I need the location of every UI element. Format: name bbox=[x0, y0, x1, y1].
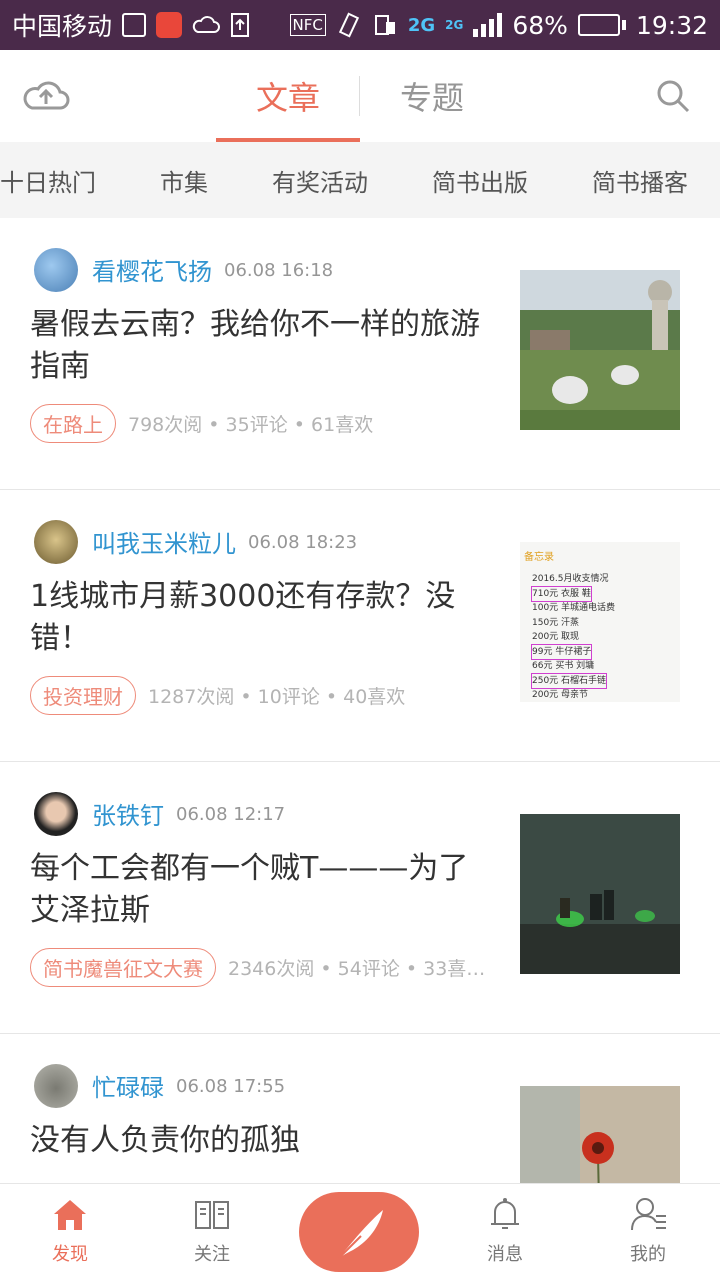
post-time: 06.08 12:17 bbox=[176, 804, 286, 825]
tab-mine-label: 我的 bbox=[630, 1244, 666, 1265]
list-item[interactable]: 忙碌碌 06.08 17:55 没有人负责你的孤独 bbox=[0, 1034, 720, 1183]
nfc-icon: NFC bbox=[289, 14, 326, 36]
tab-discover-label: 发现 bbox=[52, 1244, 88, 1265]
wechat-icon bbox=[156, 12, 183, 38]
article-title[interactable]: 每个工会都有一个贼T———为了艾泽拉斯 bbox=[30, 848, 490, 932]
article-thumbnail[interactable]: 备忘录 2016.5月收支情况 710元 衣服 鞋 100元 羊城通电话费 15… bbox=[520, 542, 680, 702]
author-name[interactable]: 看樱花飞扬 bbox=[92, 252, 212, 287]
memo-line: 200元 取现 bbox=[532, 632, 580, 642]
home-icon bbox=[54, 1200, 86, 1230]
cloud-upload-icon[interactable] bbox=[22, 78, 70, 112]
avatar[interactable] bbox=[34, 1064, 78, 1108]
collection-tag[interactable]: 投资理财 bbox=[30, 676, 136, 715]
category-hot[interactable]: 十日热门 bbox=[0, 163, 96, 198]
memo-line: 99元 牛仔裙子 bbox=[530, 643, 593, 660]
network-type: 2G bbox=[407, 14, 436, 36]
vibrate-icon bbox=[338, 12, 359, 38]
category-events[interactable]: 有奖活动 bbox=[272, 163, 368, 198]
book-icon bbox=[195, 1201, 229, 1229]
list-item[interactable]: 看樱花飞扬 06.08 16:18 暑假去云南？我给你不一样的旅游指南 在路上 … bbox=[0, 218, 720, 490]
memo-lines: 2016.5月收支情况 710元 衣服 鞋 100元 羊城通电话费 150元 汗… bbox=[530, 572, 616, 702]
tab-follow-label: 关注 bbox=[194, 1244, 230, 1265]
article-stats: 798次阅 • 35评论 • 61喜欢 bbox=[128, 414, 374, 436]
tab-messages-label: 消息 bbox=[487, 1244, 523, 1265]
status-bar: 中国移动 NFC 2G 2G 68% 19:32 bbox=[0, 0, 720, 50]
search-icon[interactable] bbox=[655, 78, 691, 114]
memo-line: 250元 石榴石手链 bbox=[530, 672, 608, 689]
article-thumbnail[interactable] bbox=[520, 270, 680, 430]
category-market[interactable]: 市集 bbox=[160, 163, 208, 198]
bell-icon bbox=[491, 1198, 519, 1229]
memo-line: 200元 母亲节 bbox=[532, 690, 589, 700]
avatar[interactable] bbox=[34, 792, 78, 836]
memo-line: 710元 衣服 鞋 bbox=[531, 585, 592, 602]
article-title[interactable]: 没有人负责你的孤独 bbox=[30, 1120, 490, 1162]
author-name[interactable]: 张铁钉 bbox=[92, 796, 164, 831]
memo-line: 2016.5月收支情况 bbox=[532, 574, 609, 584]
write-button[interactable] bbox=[299, 1192, 419, 1272]
article-stats: 2346次阅 • 54评论 • 33喜欢 •... bbox=[228, 958, 498, 980]
upload-icon bbox=[231, 13, 250, 37]
post-time: 06.08 17:55 bbox=[176, 1076, 286, 1097]
memo-line: 66元 买书 刘墉 bbox=[532, 661, 595, 671]
memo-line: 100元 羊城通电话费 bbox=[532, 603, 616, 613]
category-publishing[interactable]: 简书出版 bbox=[432, 163, 528, 198]
weather-icon bbox=[192, 16, 220, 33]
article-title[interactable]: 1线城市月薪3000还有存款？没错！ bbox=[30, 576, 490, 660]
post-time: 06.08 16:18 bbox=[224, 260, 334, 281]
gallery-icon bbox=[122, 13, 147, 37]
list-item[interactable]: 张铁钉 06.08 12:17 每个工会都有一个贼T———为了艾泽拉斯 简书魔兽… bbox=[0, 762, 720, 1034]
bottom-tab-bar: 发现 关注 消息 我的 bbox=[0, 1183, 720, 1280]
battery-percent: 68% bbox=[512, 10, 568, 40]
post-time: 06.08 18:23 bbox=[248, 532, 358, 553]
memo-header: 备忘录 bbox=[524, 552, 554, 563]
article-feed: 看樱花飞扬 06.08 16:18 暑假去云南？我给你不一样的旅游指南 在路上 … bbox=[0, 218, 720, 1183]
header-tabs: 文章 专题 bbox=[216, 50, 504, 142]
avatar[interactable] bbox=[34, 248, 78, 292]
tab-follow[interactable]: 关注 bbox=[162, 1194, 262, 1266]
article-thumbnail[interactable] bbox=[520, 814, 680, 974]
top-bar: 文章 专题 bbox=[0, 50, 720, 142]
user-icon bbox=[631, 1198, 666, 1231]
category-strip: 十日热门 市集 有奖活动 简书出版 简书播客 bbox=[0, 142, 720, 218]
tab-divider bbox=[359, 76, 360, 116]
article-title[interactable]: 暑假去云南？我给你不一样的旅游指南 bbox=[30, 304, 490, 388]
article-stats: 1287次阅 • 10评论 • 40喜欢 bbox=[148, 686, 406, 708]
category-podcast[interactable]: 简书播客 bbox=[592, 163, 688, 198]
network-type-2: 2G bbox=[445, 18, 464, 32]
tab-discover[interactable]: 发现 bbox=[20, 1194, 120, 1266]
author-name[interactable]: 叫我玉米粒儿 bbox=[92, 524, 236, 559]
list-item[interactable]: 叫我玉米粒儿 06.08 18:23 1线城市月薪3000还有存款？没错！ 投资… bbox=[0, 490, 720, 762]
carrier-label: 中国移动 bbox=[12, 12, 113, 41]
avatar[interactable] bbox=[34, 520, 78, 564]
author-name[interactable]: 忙碌碌 bbox=[92, 1068, 164, 1103]
collection-tag[interactable]: 简书魔兽征文大赛 bbox=[30, 948, 216, 987]
tab-mine[interactable]: 我的 bbox=[598, 1194, 698, 1266]
sim-icon bbox=[374, 15, 395, 35]
clock: 19:32 bbox=[635, 10, 708, 40]
battery-icon bbox=[577, 14, 626, 36]
article-thumbnail[interactable] bbox=[520, 1086, 680, 1183]
collection-tag[interactable]: 在路上 bbox=[30, 404, 116, 443]
tab-messages[interactable]: 消息 bbox=[455, 1194, 555, 1266]
tab-articles[interactable]: 文章 bbox=[216, 50, 360, 142]
feather-icon bbox=[338, 1210, 383, 1259]
tab-topics[interactable]: 专题 bbox=[360, 50, 504, 142]
signal-icon bbox=[473, 13, 503, 37]
memo-line: 150元 汗蒸 bbox=[532, 617, 580, 628]
